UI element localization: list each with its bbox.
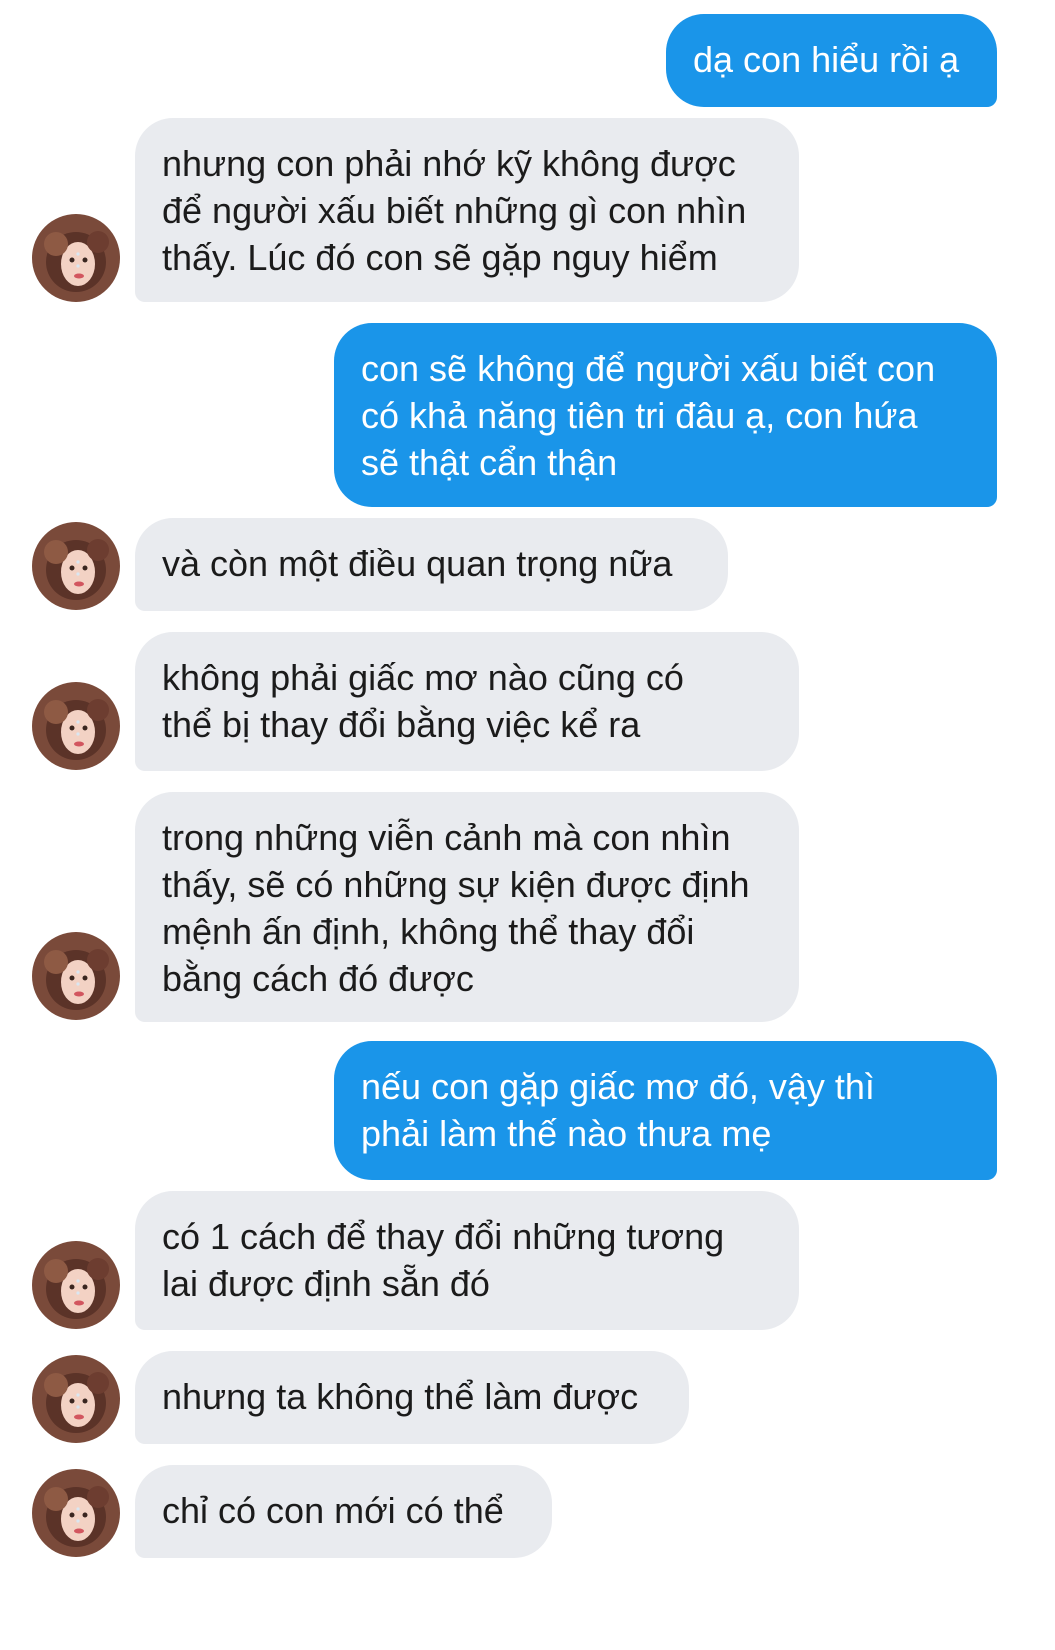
outgoing-message[interactable]: con sẽ không để người xấu biết con có kh…	[334, 323, 997, 507]
avatar-photo-icon	[32, 1355, 120, 1443]
avatar-photo-icon	[32, 214, 120, 302]
avatar-photo-icon	[32, 522, 120, 610]
outgoing-message[interactable]: dạ con hiểu rồi ạ	[666, 14, 997, 107]
incoming-message[interactable]: chỉ có con mới có thể	[135, 1465, 552, 1558]
contact-avatar[interactable]	[32, 1469, 120, 1557]
avatar-photo-icon	[32, 682, 120, 770]
contact-avatar[interactable]	[32, 682, 120, 770]
incoming-message[interactable]: có 1 cách để thay đổi những tương lai đư…	[135, 1191, 799, 1330]
avatar-photo-icon	[32, 932, 120, 1020]
contact-avatar[interactable]	[32, 522, 120, 610]
avatar-photo-icon	[32, 1469, 120, 1557]
incoming-message[interactable]: nhưng ta không thể làm được	[135, 1351, 689, 1444]
incoming-message[interactable]: trong những viễn cảnh mà con nhìn thấy, …	[135, 792, 799, 1022]
contact-avatar[interactable]	[32, 1241, 120, 1329]
contact-avatar[interactable]	[32, 214, 120, 302]
contact-avatar[interactable]	[32, 1355, 120, 1443]
incoming-message[interactable]: nhưng con phải nhớ kỹ không được để ngườ…	[135, 118, 799, 302]
chat-thread: dạ con hiểu rồi ạ nhưng con phải nhớ kỹ …	[0, 0, 1055, 1650]
incoming-message[interactable]: không phải giấc mơ nào cũng có thể bị th…	[135, 632, 799, 771]
contact-avatar[interactable]	[32, 932, 120, 1020]
outgoing-message[interactable]: nếu con gặp giấc mơ đó, vậy thì phải làm…	[334, 1041, 997, 1180]
avatar-photo-icon	[32, 1241, 120, 1329]
incoming-message[interactable]: và còn một điều quan trọng nữa	[135, 518, 728, 611]
